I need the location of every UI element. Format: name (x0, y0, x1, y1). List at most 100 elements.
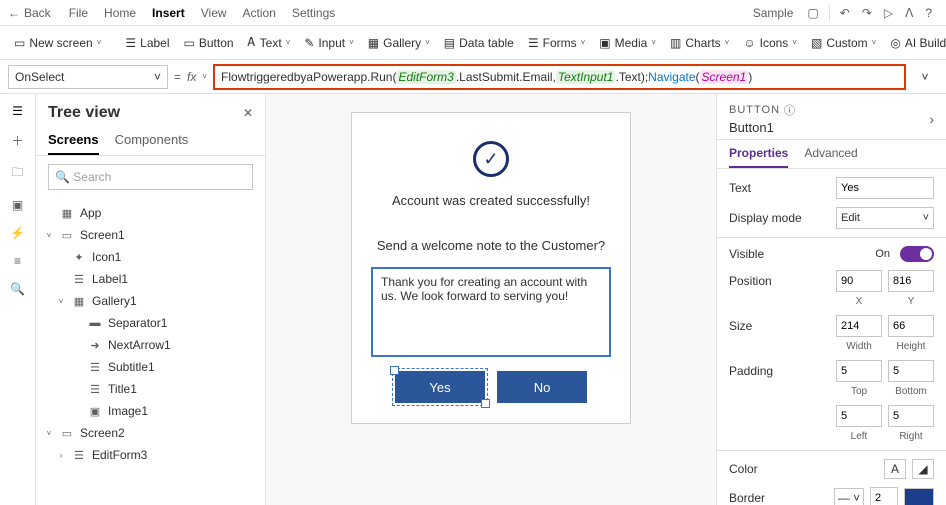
insert-icon[interactable]: ＋ (8, 132, 28, 149)
data-icon[interactable]: 🗀 (8, 163, 28, 184)
ribbon-media[interactable]: ▣Media˅ (599, 36, 656, 50)
tab-components[interactable]: Components (115, 126, 189, 155)
charts-icon: ▥ (670, 36, 681, 50)
prop-padding-left[interactable] (836, 405, 882, 427)
share-icon[interactable]: ᐱ (905, 6, 913, 20)
ribbon-new-screen[interactable]: ▭New screen˅ (14, 36, 101, 50)
tree-item-editform3[interactable]: ›☰EditForm3 (36, 444, 265, 466)
prop-displaymode-dropdown[interactable]: Edit˅ (836, 207, 934, 229)
chevron-right-icon: › (56, 451, 66, 460)
expand-panel-icon[interactable]: › (929, 111, 934, 127)
tree-search-input[interactable]: 🔍 Search (48, 164, 253, 190)
tree-item-nextarrow1[interactable]: ➜NextArrow1 (36, 334, 265, 356)
chevron-down-icon[interactable]: ˅ (202, 72, 207, 81)
tree-item-app[interactable]: ▦App (36, 202, 265, 224)
undo-icon[interactable]: ↶ (840, 6, 850, 20)
media-rail-icon[interactable]: ▣ (8, 198, 28, 212)
environment-icon[interactable]: ▢ (807, 6, 818, 20)
ribbon-custom[interactable]: ▧Custom˅ (811, 36, 876, 50)
back-button[interactable]: ← Back (8, 6, 51, 20)
text-icon: Ꭺ (248, 35, 256, 50)
menu-insert[interactable]: Insert (152, 6, 185, 20)
ribbon-aibuilder[interactable]: ◎AI Builder˅ (890, 36, 946, 50)
variables-icon[interactable]: ≡ (8, 254, 28, 268)
tree-item-subtitle1[interactable]: ☰Subtitle1 (36, 356, 265, 378)
arrow-icon: ➜ (88, 339, 102, 352)
chevron-down-icon: ˅ (56, 297, 66, 306)
tree-item-screen1[interactable]: ˅▭Screen1 (36, 224, 265, 246)
menu-action[interactable]: Action (243, 6, 276, 20)
prop-fill-color[interactable]: ◢ (912, 459, 934, 479)
tree-item-image1[interactable]: ▣Image1 (36, 400, 265, 422)
tree-item-title1[interactable]: ☰Title1 (36, 378, 265, 400)
ribbon-input[interactable]: ✎Input˅ (304, 36, 353, 50)
play-icon[interactable]: ▷ (884, 6, 893, 20)
new-screen-icon: ▭ (14, 36, 25, 50)
prop-size-h[interactable] (888, 315, 934, 337)
prop-border-width[interactable] (870, 487, 898, 505)
forms-icon: ☰ (528, 36, 539, 50)
datatable-icon: ▤ (444, 36, 455, 50)
canvas[interactable]: ✓ Account was created successfully! Send… (266, 94, 716, 505)
menu-file[interactable]: File (69, 6, 88, 20)
close-panel-icon[interactable]: ✕ (243, 106, 253, 120)
ribbon-forms[interactable]: ☰Forms˅ (528, 36, 585, 50)
ribbon-charts[interactable]: ▥Charts˅ (670, 36, 729, 50)
tree-item-label1[interactable]: ☰Label1 (36, 268, 265, 290)
power-automate-icon[interactable]: ⚡ (8, 226, 28, 240)
prop-padding-top[interactable] (836, 360, 882, 382)
prop-padding-right[interactable] (888, 405, 934, 427)
property-value: OnSelect (15, 70, 64, 84)
label-tree-icon: ☰ (88, 361, 102, 374)
help-icon[interactable]: ? (925, 6, 932, 20)
menu-settings[interactable]: Settings (292, 6, 335, 20)
prop-position-x[interactable] (836, 270, 882, 292)
equals-icon: = (174, 70, 181, 84)
form-icon: ☰ (72, 449, 86, 462)
label-tree-icon: ☰ (88, 383, 102, 396)
ribbon-label[interactable]: ☰Label (125, 36, 169, 50)
tree-item-screen2[interactable]: ˅▭Screen2 (36, 422, 265, 444)
welcome-textinput[interactable]: Thank you for creating an account with u… (371, 267, 611, 357)
search-rail-icon[interactable]: 🔍 (8, 282, 28, 296)
redo-icon[interactable]: ↷ (862, 6, 872, 20)
tree-item-separator1[interactable]: ▬Separator1 (36, 312, 265, 334)
yes-button[interactable]: Yes (395, 371, 485, 403)
tree-item-icon1[interactable]: ✦Icon1 (36, 246, 265, 268)
prop-border-style[interactable]: — ˅ (834, 488, 864, 505)
menu-home[interactable]: Home (104, 6, 136, 20)
tab-advanced[interactable]: Advanced (804, 140, 857, 168)
tree-item-gallery1[interactable]: ˅▦Gallery1 (36, 290, 265, 312)
property-dropdown[interactable]: OnSelect ˅ (8, 65, 168, 89)
left-rail: ☰ ＋ 🗀 ▣ ⚡ ≡ 🔍 (0, 94, 36, 505)
success-label: Account was created successfully! (392, 193, 590, 208)
chevron-down-icon: ˅ (44, 429, 54, 438)
ribbon-datatable[interactable]: ▤Data table (444, 36, 514, 50)
prop-font-color[interactable]: A (884, 459, 906, 479)
tab-screens[interactable]: Screens (48, 126, 99, 155)
prop-text-input[interactable] (836, 177, 934, 199)
prop-padding-bottom[interactable] (888, 360, 934, 382)
prop-border-color[interactable] (904, 488, 934, 505)
ribbon-gallery[interactable]: ▦Gallery˅ (368, 36, 430, 50)
ribbon-button[interactable]: ▭Button (184, 36, 234, 50)
chevron-down-icon: ˅ (44, 231, 54, 240)
formula-input[interactable]: FlowtriggeredbyaPowerapp.Run( EditForm3 … (213, 64, 906, 90)
image-icon: ▣ (88, 405, 102, 418)
prop-visible-toggle[interactable] (900, 246, 934, 262)
tree-view-icon[interactable]: ☰ (8, 104, 28, 118)
expand-formula-icon[interactable]: ˅ (912, 70, 938, 84)
icon-icon: ✦ (72, 251, 86, 264)
prop-position-y[interactable] (888, 270, 934, 292)
chevron-down-icon: ˅ (154, 70, 161, 84)
ribbon-icons[interactable]: ☺Icons˅ (743, 36, 797, 50)
no-button[interactable]: No (497, 371, 587, 403)
info-icon[interactable]: ⓘ (784, 102, 796, 118)
app-preview: ✓ Account was created successfully! Send… (351, 112, 631, 424)
ribbon-text[interactable]: ᎪText˅ (248, 35, 291, 50)
search-placeholder: Search (73, 170, 111, 184)
tab-properties[interactable]: Properties (729, 140, 788, 168)
prop-size-w[interactable] (836, 315, 882, 337)
separator-icon: ▬ (88, 317, 102, 329)
menu-view[interactable]: View (201, 6, 227, 20)
